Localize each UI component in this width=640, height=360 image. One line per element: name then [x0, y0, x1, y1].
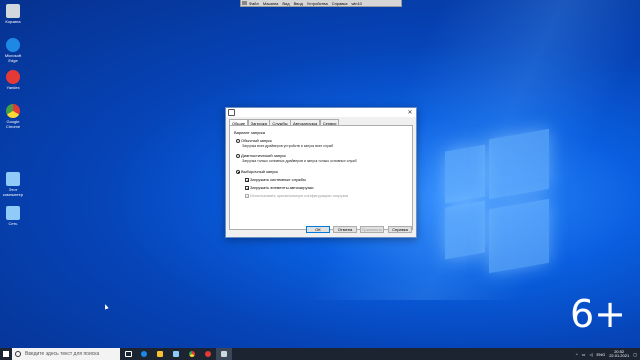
help-button[interactable]: Справка — [388, 226, 412, 233]
msconfig-icon — [221, 351, 227, 357]
system-tray: ^ ▭ ◁ ENG 20:52 22.01.2021 ▢ — [576, 349, 640, 359]
chrome-icon — [6, 104, 20, 118]
desktop-icon-computer[interactable]: Этот компьютер — [2, 172, 24, 197]
normal-startup-desc: Загрузка всех драйверов устройств и запу… — [242, 144, 334, 148]
radio-button-selected[interactable] — [236, 169, 240, 174]
vm-menu-bar: Файл Машина Вид Ввод Устройства Справка … — [240, 0, 402, 7]
taskbar-store[interactable] — [168, 348, 184, 360]
vm-menu-view[interactable]: Вид — [282, 1, 289, 6]
windows-logo-icon — [3, 351, 9, 357]
computer-icon — [6, 172, 20, 186]
startup-group-label: Вариант запуска — [234, 130, 265, 135]
taskbar-yandex[interactable] — [200, 348, 216, 360]
age-rating-badge: 6+ — [569, 292, 626, 336]
dialog-titlebar[interactable]: ✕ — [226, 108, 416, 117]
desktop-icon-network[interactable]: Сеть — [2, 206, 24, 226]
checkbox-checked[interactable]: ✓ — [245, 177, 249, 182]
taskbar-msconfig[interactable] — [216, 348, 232, 360]
desktop-icon-recycle-bin[interactable]: Корзина — [2, 4, 24, 24]
edge-icon — [141, 351, 147, 357]
cancel-button[interactable]: Отмена — [333, 226, 357, 233]
vm-menu-file[interactable]: Файл — [249, 1, 259, 6]
search-placeholder: Введите здесь текст для поиска — [25, 351, 100, 357]
edge-icon — [6, 38, 20, 52]
check-original-boot-config: ✓ Использовать оригинальную конфигурацию… — [245, 193, 349, 199]
windows-logo-wallpaper — [405, 120, 555, 280]
vm-menu-machine[interactable]: Машина — [263, 1, 278, 6]
check-startup-items[interactable]: ✓ Загружать элементы автозагрузки — [245, 185, 313, 190]
tray-chevron-icon[interactable]: ^ — [576, 352, 578, 357]
msconfig-icon — [228, 109, 235, 116]
desktop-icon-edge[interactable]: Microsoft Edge — [2, 38, 24, 63]
chrome-icon — [189, 351, 195, 357]
taskbar-edge[interactable] — [136, 348, 152, 360]
taskbar-search-box[interactable]: Введите здесь текст для поиска — [12, 348, 120, 360]
checkbox-checked-disabled: ✓ — [245, 193, 250, 199]
close-icon[interactable]: ✕ — [404, 109, 416, 117]
taskbar: Введите здесь текст для поиска ^ ▭ ◁ ENG… — [0, 348, 640, 360]
volume-icon[interactable]: ◁ — [589, 352, 592, 357]
pin-icon[interactable] — [242, 1, 247, 5]
radio-button[interactable] — [236, 138, 240, 143]
clock[interactable]: 20:52 22.01.2021 — [609, 349, 630, 359]
recycle-bin-icon — [6, 4, 20, 18]
store-icon — [173, 351, 179, 357]
task-view-icon — [124, 351, 132, 357]
vm-menu-input[interactable]: Ввод — [294, 1, 303, 6]
vm-menu-devices[interactable]: Устройства — [307, 1, 328, 6]
language-indicator[interactable]: ENG — [597, 352, 606, 357]
network-icon — [6, 206, 20, 220]
yandex-icon — [205, 351, 211, 357]
apply-button: Применить — [360, 226, 384, 233]
search-icon — [15, 351, 21, 357]
taskbar-explorer[interactable] — [152, 348, 168, 360]
network-tray-icon[interactable]: ▭ — [582, 352, 586, 357]
diagnostic-startup-desc: Загрузка только основных драйверов и зап… — [242, 159, 357, 163]
checkbox-checked[interactable]: ✓ — [245, 185, 249, 190]
clock-date: 22.01.2021 — [609, 353, 630, 358]
radio-selective-startup[interactable]: Выборочный запуск — [236, 169, 278, 174]
vm-name: win10 — [351, 0, 362, 6]
taskbar-chrome[interactable] — [184, 348, 200, 360]
desktop-icon-chrome[interactable]: Google Chrome — [2, 104, 24, 129]
vm-menu-help[interactable]: Справка — [332, 1, 348, 6]
radio-button[interactable] — [236, 153, 240, 158]
mouse-cursor-icon — [103, 303, 109, 310]
task-view-button[interactable] — [120, 348, 136, 360]
notifications-icon[interactable]: ▢ — [633, 352, 637, 357]
folder-icon — [157, 351, 163, 357]
yandex-icon — [6, 70, 20, 84]
ok-button[interactable]: ОК — [306, 226, 330, 233]
start-button[interactable] — [0, 348, 12, 360]
radio-normal-startup[interactable]: Обычный запуск — [236, 138, 272, 143]
check-system-services[interactable]: ✓ Загружать системные службы — [245, 177, 306, 182]
desktop-icon-yandex[interactable]: Yandex — [2, 70, 24, 90]
radio-diagnostic-startup[interactable]: Диагностический запуск — [236, 153, 286, 158]
